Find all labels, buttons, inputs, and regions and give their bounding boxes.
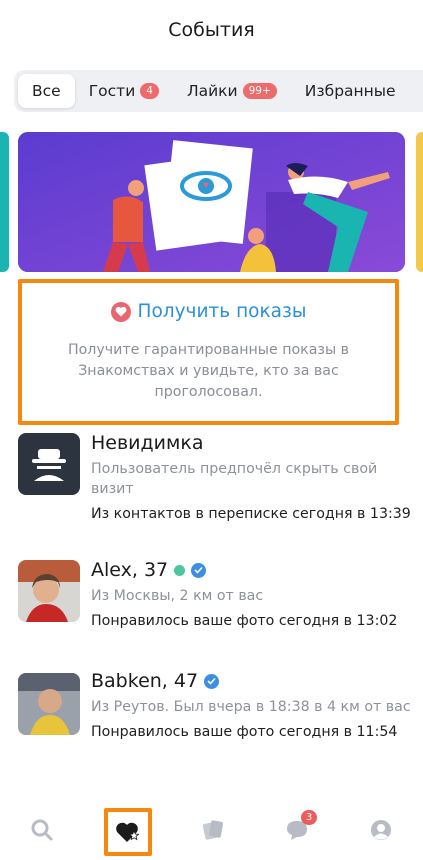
tab-all-label: Все bbox=[32, 82, 61, 100]
tab-events[interactable] bbox=[103, 808, 152, 856]
incognito-avatar[interactable] bbox=[18, 433, 80, 495]
name-text: Babken, 47 bbox=[91, 670, 199, 692]
tab-cards[interactable] bbox=[191, 808, 235, 852]
search-icon bbox=[31, 819, 53, 841]
verified-icon bbox=[204, 673, 220, 689]
list-item[interactable]: Невидимка Пользователь предпочёл скрыть … bbox=[0, 428, 423, 553]
tab-guests-label: Гости bbox=[88, 82, 136, 100]
bottom-tab-bar: 3 bbox=[0, 800, 423, 860]
tab-likes[interactable]: Лайки 99+ bbox=[173, 74, 291, 108]
events-list: Невидимка Пользователь предпочёл скрыть … bbox=[0, 428, 423, 793]
tab-favorites-label: Избранные bbox=[304, 82, 396, 100]
avatar[interactable] bbox=[18, 560, 80, 622]
online-status-icon bbox=[174, 564, 186, 576]
user-name-row: Babken, 47 bbox=[91, 668, 411, 694]
tab-messages[interactable]: 3 bbox=[275, 808, 319, 852]
heart-star-icon bbox=[115, 822, 140, 842]
messages-badge: 3 bbox=[300, 810, 318, 825]
user-subtitle: Из Москвы, 2 км от вас bbox=[91, 588, 264, 604]
event-text: Понравилось ваше фото сегодня в 11:54 bbox=[91, 724, 398, 740]
verified-icon bbox=[191, 562, 207, 578]
promo-title-row[interactable]: Получить показы bbox=[22, 301, 395, 322]
tab-search[interactable] bbox=[20, 808, 64, 852]
promo-banner-illustration[interactable] bbox=[18, 132, 405, 272]
profile-icon bbox=[371, 820, 392, 840]
tab-favorites[interactable]: Избранные bbox=[291, 74, 410, 108]
filter-tabs: Все Гости 4 Лайки 99+ Избранные bbox=[14, 70, 423, 112]
name-text: Невидимка bbox=[91, 432, 204, 454]
heart-icon bbox=[110, 301, 131, 322]
likes-count-badge: 99+ bbox=[242, 83, 277, 99]
tab-profile[interactable] bbox=[359, 808, 403, 852]
get-views-promo[interactable]: Получить показы Получите гарантированные… bbox=[18, 279, 399, 425]
event-text: Понравилось ваше фото сегодня в 13:02 bbox=[91, 613, 398, 629]
promo-description: Получите гарантированные показы в Знаком… bbox=[67, 342, 350, 400]
user-subtitle: Пользователь предпочёл скрыть свой визит bbox=[91, 461, 378, 497]
user-name-row: Alex, 37 bbox=[91, 557, 411, 583]
user-subtitle: Из Реутов. Был вчера в 18:38 в 4 км от в… bbox=[91, 699, 411, 715]
event-text: Из контактов в переписке сегодня в 13:39 bbox=[91, 506, 411, 522]
list-item[interactable]: Babken, 47 Из Реутов. Был вчера в 18:38 … bbox=[0, 668, 423, 793]
user-name: Невидимка bbox=[91, 430, 411, 456]
next-banner-card[interactable] bbox=[416, 132, 423, 272]
banner-carousel[interactable] bbox=[0, 132, 423, 272]
page-title: События bbox=[168, 19, 255, 41]
cards-icon bbox=[203, 820, 224, 840]
tab-likes-label: Лайки bbox=[186, 82, 238, 100]
previous-banner-card[interactable] bbox=[0, 132, 9, 272]
banner-art bbox=[18, 132, 405, 272]
list-item[interactable]: Alex, 37 Из Москвы, 2 км от вас Понравил… bbox=[0, 553, 423, 668]
guests-count-badge: 4 bbox=[140, 83, 159, 99]
babken-photo bbox=[18, 673, 80, 735]
avatar[interactable] bbox=[18, 673, 80, 735]
get-views-link[interactable]: Получить показы bbox=[138, 301, 307, 322]
tab-guests[interactable]: Гости 4 bbox=[75, 74, 173, 108]
header: События bbox=[0, 0, 423, 60]
tab-all[interactable]: Все bbox=[18, 74, 75, 108]
name-text: Alex, 37 bbox=[91, 559, 169, 581]
alex-photo bbox=[18, 560, 80, 622]
incognito-icon bbox=[32, 449, 66, 481]
